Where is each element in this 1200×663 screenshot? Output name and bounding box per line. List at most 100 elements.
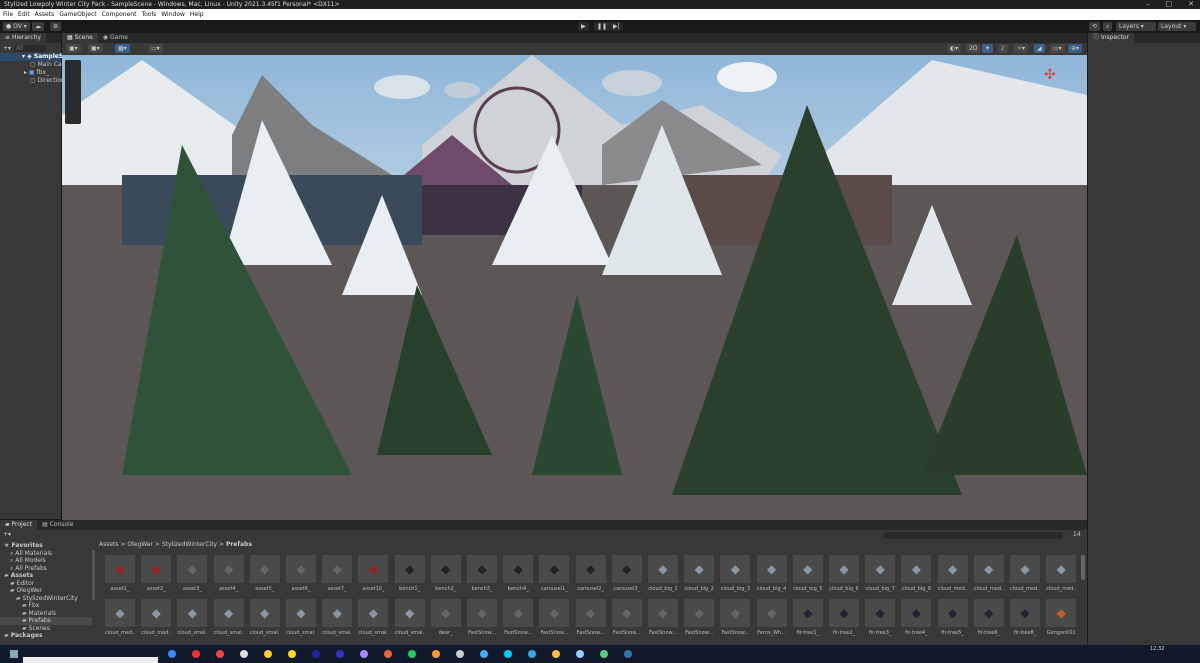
- asset-item[interactable]: ◆ carousel2_: [575, 555, 606, 592]
- asset-item[interactable]: ◆ cloud_med...: [937, 555, 968, 592]
- toggle-2d-button[interactable]: 2D: [966, 44, 981, 53]
- asset-item[interactable]: ◆ carousel3_: [611, 555, 642, 592]
- taskbar-app-icon[interactable]: [384, 650, 392, 658]
- hierarchy-item[interactable]: ▢ Directional Light: [0, 77, 87, 85]
- gizmo-dropdown[interactable]: ◐▾: [947, 44, 962, 53]
- pause-button[interactable]: ❚❚: [594, 22, 611, 31]
- asset-item[interactable]: ◆ FastSnow...: [467, 599, 497, 636]
- asset-item[interactable]: ◆ Gengon001: [1046, 599, 1077, 636]
- camera-dropdown[interactable]: ▭▾: [1050, 44, 1065, 53]
- breadcrumb-item[interactable]: OlegWer: [127, 541, 153, 548]
- menu-component[interactable]: Component: [102, 9, 137, 20]
- taskbar-app-icon[interactable]: [288, 650, 296, 658]
- menu-file[interactable]: File: [3, 9, 13, 20]
- taskbar-app-icon[interactable]: [312, 650, 320, 658]
- asset-item[interactable]: ◆ fir-tree2_: [829, 599, 859, 636]
- asset-item[interactable]: ◆ asset5_: [249, 555, 280, 592]
- asset-item[interactable]: ◆ cloud_big_6: [829, 555, 859, 592]
- history-button[interactable]: ⟲: [1089, 22, 1101, 31]
- menu-assets[interactable]: Assets: [35, 9, 55, 20]
- lighting-toggle[interactable]: ✦: [982, 44, 994, 53]
- asset-item[interactable]: ◆ FastSnow...: [539, 599, 570, 636]
- draw-mode-dropdown[interactable]: ▣▾: [66, 44, 81, 53]
- asset-item[interactable]: ◆ cloud_big_2: [684, 555, 715, 592]
- taskbar-app-icon[interactable]: [456, 650, 464, 658]
- asset-item[interactable]: ◆ Ferns_Wh...: [756, 599, 787, 636]
- asset-item[interactable]: ◆ asset2_: [141, 555, 172, 592]
- menu-window[interactable]: Window: [161, 9, 185, 20]
- hierarchy-item[interactable]: ▢ Main Camera: [0, 61, 77, 69]
- asset-item[interactable]: ◆ asset6_: [286, 555, 316, 592]
- tab-console[interactable]: ▤ Console: [37, 520, 78, 530]
- asset-item[interactable]: ◆ FastSnow...: [648, 599, 678, 636]
- asset-item[interactable]: ◆ asset3_: [177, 555, 208, 592]
- menu-gameobject[interactable]: GameObject: [59, 9, 96, 20]
- snap-dropdown[interactable]: ▭▾: [148, 44, 163, 53]
- add-icon[interactable]: +▾: [3, 45, 11, 52]
- taskbar-app-icon[interactable]: [504, 650, 512, 658]
- asset-item[interactable]: ◆ cloud_smal...: [358, 599, 389, 636]
- asset-item[interactable]: ◆ asset10_: [358, 555, 389, 592]
- minimize-button[interactable]: –: [1146, 0, 1150, 9]
- asset-item[interactable]: ◆ cloud_smal...: [177, 599, 208, 636]
- asset-item[interactable]: ◆ fir-tree6_: [973, 599, 1004, 636]
- asset-item[interactable]: ◆ cloud_smal...: [249, 599, 280, 636]
- tab-scene[interactable]: ▦ Scene: [62, 33, 98, 43]
- taskbar-app-icon[interactable]: [432, 650, 440, 658]
- tree-item[interactable]: ▰ Packages: [0, 632, 92, 640]
- asset-item[interactable]: ◆ cloud_big_8: [901, 555, 932, 592]
- tree-scrollbar[interactable]: [92, 550, 95, 600]
- asset-item[interactable]: ◆ asset7_: [322, 555, 353, 592]
- asset-item[interactable]: ◆ cloud_med...: [1046, 555, 1077, 592]
- taskbar-app-icon[interactable]: [480, 650, 488, 658]
- asset-item[interactable]: ◆ fir-tree3_: [865, 599, 896, 636]
- effects-dropdown[interactable]: ✧▾: [1014, 44, 1029, 53]
- tab-hierarchy[interactable]: ≡ Hierarchy: [0, 33, 46, 43]
- windows-start-icon[interactable]: [10, 650, 18, 658]
- asset-item[interactable]: ◆ cloud_smal...: [286, 599, 316, 636]
- asset-item[interactable]: ◆ fir-tree4_: [901, 599, 932, 636]
- asset-item[interactable]: ◆ bench3_: [467, 555, 497, 592]
- hierarchy-item-scene[interactable]: ▾ ◈ SampleScene: [0, 53, 79, 61]
- asset-item[interactable]: ◆ FastSnow...: [684, 599, 715, 636]
- asset-item[interactable]: ◆ asset4_: [213, 555, 244, 592]
- taskbar-app-icon[interactable]: [528, 650, 536, 658]
- asset-item[interactable]: ◆ cloud_med...: [973, 555, 1004, 592]
- taskbar-app-icon[interactable]: [192, 650, 200, 658]
- tab-inspector[interactable]: ⓘ Inspector: [1088, 33, 1134, 43]
- hierarchy-item[interactable]: ▸ ▣ fbx_: [0, 69, 61, 77]
- menu-help[interactable]: Help: [190, 9, 204, 20]
- asset-item[interactable]: ◆ FastSnow...: [720, 599, 751, 636]
- taskbar-app-icon[interactable]: [408, 650, 416, 658]
- taskbar-app-icon[interactable]: [168, 650, 176, 658]
- maximize-button[interactable]: □: [1166, 0, 1173, 9]
- grid-scrollbar[interactable]: [1081, 555, 1085, 580]
- tab-project[interactable]: ▰ Project: [0, 520, 38, 530]
- step-button[interactable]: ▶|: [610, 22, 623, 31]
- asset-item[interactable]: ◆ carousel1_: [539, 555, 570, 592]
- taskbar-app-icon[interactable]: [360, 650, 368, 658]
- asset-item[interactable]: ◆ asset1_: [105, 555, 135, 592]
- asset-item[interactable]: ◆ cloud_med...: [141, 599, 172, 636]
- tab-game[interactable]: ◉ Game: [98, 33, 133, 43]
- taskbar-app-icon[interactable]: [552, 650, 560, 658]
- gizmos-dropdown[interactable]: ⊕▾: [1068, 44, 1083, 53]
- asset-item[interactable]: ◆ cloud_smal...: [213, 599, 244, 636]
- account-button[interactable]: ● OV ▾: [3, 22, 30, 31]
- asset-item[interactable]: ◆ cloud_big_1: [648, 555, 678, 592]
- layout-dropdown[interactable]: Layout ▾: [1158, 22, 1196, 31]
- taskbar-app-icon[interactable]: [336, 650, 344, 658]
- asset-item[interactable]: ◆ cloud_med...: [105, 599, 135, 636]
- asset-item[interactable]: ◆ cloud_big_4: [756, 555, 787, 592]
- taskbar-app-icon[interactable]: [240, 650, 248, 658]
- menu-edit[interactable]: Edit: [18, 9, 30, 20]
- taskbar-app-icon[interactable]: [600, 650, 608, 658]
- orientation-gizmo[interactable]: ✣: [1044, 67, 1056, 83]
- taskbar-thumbnail[interactable]: [23, 657, 158, 663]
- asset-item[interactable]: ◆ bench2_: [430, 555, 461, 592]
- cloud-button[interactable]: ☁: [32, 22, 44, 31]
- scene-camera-button[interactable]: ◢: [1034, 44, 1045, 53]
- render-mode-dropdown[interactable]: ▣▾: [88, 44, 103, 53]
- hierarchy-search-input[interactable]: All: [14, 44, 47, 52]
- asset-item[interactable]: ◆ bench4_: [503, 555, 534, 592]
